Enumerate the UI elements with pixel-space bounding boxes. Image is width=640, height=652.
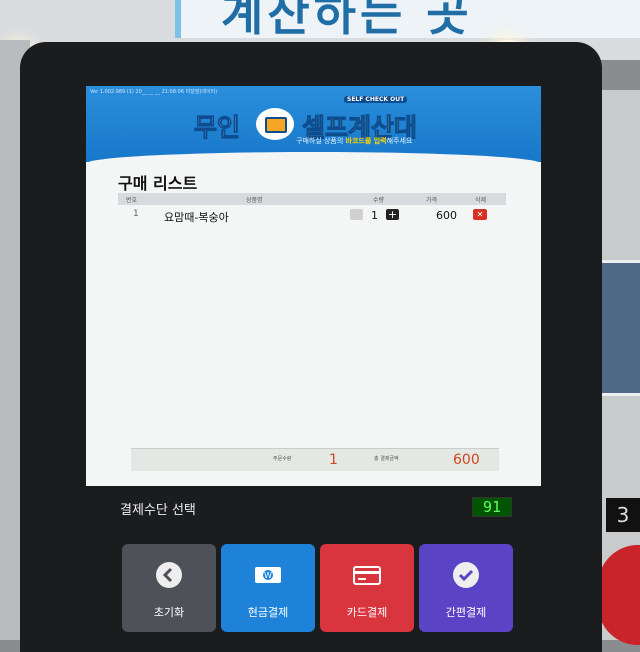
column-delete: 삭제 bbox=[475, 197, 487, 204]
qty-plus-button[interactable]: + bbox=[386, 209, 399, 220]
reset-button[interactable]: 초기화 bbox=[122, 544, 216, 632]
version-text: Ver 1.002.989 (1) 20__ __ __ 21:08:06 미달… bbox=[90, 89, 218, 95]
credit-card-icon bbox=[352, 562, 382, 588]
checkmark-icon bbox=[453, 562, 479, 588]
column-qty: 수량 bbox=[373, 197, 385, 204]
total-amount-value: 600 bbox=[453, 452, 480, 468]
x-icon: ✕ bbox=[476, 210, 484, 219]
logo-muin-text: 무인 bbox=[193, 113, 241, 143]
cash-icon: W bbox=[253, 562, 283, 588]
countdown-timer: 91 bbox=[472, 497, 512, 517]
table-row[interactable]: 1 요맘때-복숭아 1 + 600 ✕ bbox=[118, 206, 506, 224]
column-price: 가격 bbox=[426, 197, 438, 204]
card-payment-label: 카드결제 bbox=[346, 606, 388, 619]
adjacent-machine-display: 3 bbox=[606, 498, 640, 532]
kiosk-screen: Ver 1.002.989 (1) 20__ __ __ 21:08:06 미달… bbox=[86, 86, 541, 486]
easy-payment-button[interactable]: 간편결제 bbox=[419, 544, 513, 632]
adjacent-machine-panel bbox=[596, 260, 640, 396]
order-summary: 주문수량 1 총 결제금액 600 bbox=[131, 448, 499, 471]
purchase-list-title: 구매 리스트 bbox=[118, 174, 198, 193]
row-qty: 1 bbox=[371, 209, 378, 222]
kiosk-header: Ver 1.002.989 (1) 20__ __ __ 21:08:06 미달… bbox=[86, 86, 541, 162]
row-no: 1 bbox=[133, 209, 139, 219]
cash-payment-button[interactable]: W 현금결제 bbox=[221, 544, 315, 632]
reset-button-label: 초기화 bbox=[153, 606, 185, 619]
logo-english-text: SELF CHECK OUT bbox=[344, 96, 408, 103]
column-name: 상품명 bbox=[246, 197, 263, 204]
delete-item-button[interactable]: ✕ bbox=[473, 209, 487, 220]
checkout-area-sign: 계산하는 곳 bbox=[175, 0, 640, 38]
card-payment-button[interactable]: 카드결제 bbox=[320, 544, 414, 632]
order-qty-value: 1 bbox=[329, 452, 338, 468]
easy-payment-label: 간편결제 bbox=[445, 606, 487, 619]
qty-minus-button[interactable] bbox=[350, 209, 363, 220]
row-product-name: 요맘때-복숭아 bbox=[164, 211, 229, 224]
chevron-left-icon bbox=[156, 562, 182, 588]
row-price: 600 bbox=[436, 209, 457, 222]
checkout-area-sign-text: 계산하는 곳 bbox=[221, 0, 473, 38]
barcode-guide-text: 구매하실 상품의 바코드를 입력해주세요 bbox=[296, 137, 413, 145]
cash-payment-label: 현금결제 bbox=[247, 606, 289, 619]
payment-method-label: 결제수단 선택 bbox=[120, 503, 196, 518]
column-no: 번호 bbox=[126, 197, 138, 204]
total-amount-label: 총 결제금액 bbox=[374, 456, 399, 462]
purchase-table-header: 번호 상품명 수량 가격 삭제 bbox=[118, 193, 506, 205]
svg-text:W: W bbox=[264, 571, 272, 580]
order-qty-label: 주문수량 bbox=[273, 456, 292, 462]
cart-icon bbox=[256, 108, 294, 140]
